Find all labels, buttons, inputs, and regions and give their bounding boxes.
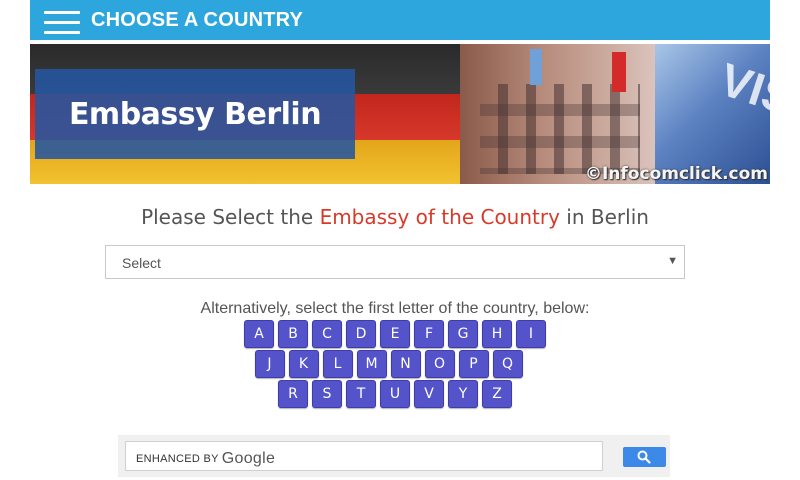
letter-button-h[interactable]: H: [482, 320, 512, 348]
letter-button-r[interactable]: R: [278, 380, 308, 408]
country-select[interactable]: Select ▼: [105, 245, 685, 279]
letter-button-y[interactable]: Y: [448, 380, 478, 408]
letter-button-z[interactable]: Z: [482, 380, 512, 408]
letter-button-l[interactable]: L: [322, 350, 353, 378]
letter-row-3: RSTUVYZ: [0, 380, 790, 410]
heading-suffix: in Berlin: [559, 205, 649, 229]
page-heading: Please Select the Embassy of the Country…: [0, 205, 790, 229]
topbar-title[interactable]: CHOOSE A COUNTRY: [91, 9, 303, 32]
letter-button-m[interactable]: M: [356, 350, 387, 378]
letter-button-b[interactable]: B: [278, 320, 308, 348]
letter-button-j[interactable]: J: [254, 350, 285, 378]
letter-button-a[interactable]: A: [244, 320, 274, 348]
search-icon: [637, 450, 651, 464]
letter-button-k[interactable]: K: [288, 350, 319, 378]
letter-button-o[interactable]: O: [424, 350, 455, 378]
banner: VIS Embassy Berlin ©Infocomclick.com: [30, 44, 770, 184]
letter-button-s[interactable]: S: [312, 380, 342, 408]
heading-accent: Embassy of the Country: [319, 205, 560, 229]
letter-button-v[interactable]: V: [414, 380, 444, 408]
letter-button-g[interactable]: G: [448, 320, 478, 348]
banner-title-box: Embassy Berlin: [35, 69, 355, 159]
building-windows: [480, 84, 640, 174]
watermark: ©Infocomclick.com: [584, 164, 768, 184]
letter-button-i[interactable]: I: [516, 320, 546, 348]
letter-button-e[interactable]: E: [380, 320, 410, 348]
letter-button-t[interactable]: T: [346, 380, 376, 408]
letter-button-f[interactable]: F: [414, 320, 444, 348]
blue-flag-image: [530, 49, 542, 85]
chevron-down-icon: ▼: [667, 255, 678, 267]
letter-row-2: JKLMNOPQ: [0, 350, 790, 380]
alternative-instructions: Alternatively, select the first letter o…: [200, 300, 590, 317]
letter-button-u[interactable]: U: [380, 380, 410, 408]
select-value: Select: [122, 255, 161, 271]
google-search-bar: ENHANCED BY Google: [118, 435, 670, 477]
search-button[interactable]: [623, 447, 666, 467]
top-bar: CHOOSE A COUNTRY: [30, 0, 770, 40]
letter-button-c[interactable]: C: [312, 320, 342, 348]
letter-row-1: ABCDEFGHI: [0, 320, 790, 350]
letter-button-p[interactable]: P: [458, 350, 489, 378]
red-flag-image: [612, 52, 626, 92]
hamburger-menu-icon[interactable]: [44, 11, 80, 34]
heading-prefix: Please Select the: [141, 205, 320, 229]
letter-buttons: ABCDEFGHI JKLMNOPQ RSTUVYZ: [0, 320, 790, 410]
letter-button-d[interactable]: D: [346, 320, 376, 348]
search-input[interactable]: [128, 444, 590, 468]
letter-button-q[interactable]: Q: [492, 350, 523, 378]
banner-title: Embassy Berlin: [68, 96, 322, 132]
letter-button-n[interactable]: N: [390, 350, 421, 378]
search-input-box[interactable]: ENHANCED BY Google: [125, 441, 603, 471]
